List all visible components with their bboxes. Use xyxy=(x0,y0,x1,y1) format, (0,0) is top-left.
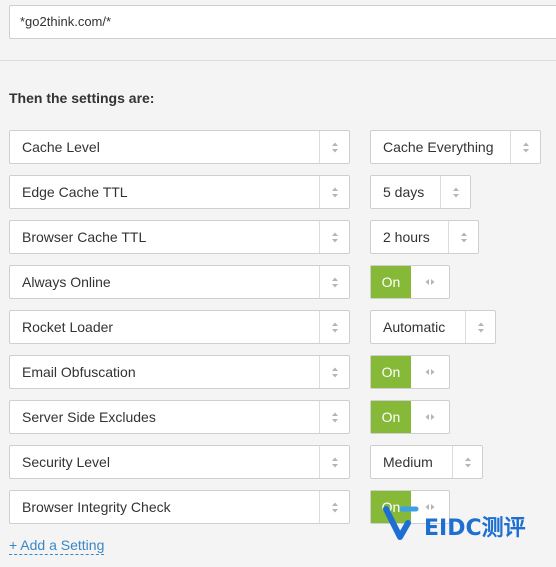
setting-value: Medium xyxy=(383,454,433,470)
setting-row: Always Online On xyxy=(0,265,556,299)
setting-select[interactable]: Browser Integrity Check xyxy=(9,490,350,524)
updown-arrows-icon xyxy=(452,446,482,478)
updown-arrows-icon xyxy=(448,221,478,253)
setting-label: Rocket Loader xyxy=(22,319,114,335)
toggle-on-label: On xyxy=(371,266,411,298)
setting-row: Server Side Excludes On xyxy=(0,400,556,434)
add-setting-link[interactable]: + Add a Setting xyxy=(9,537,105,555)
toggle-on-label: On xyxy=(371,356,411,388)
setting-value: 2 hours xyxy=(383,229,430,245)
toggle-on-label: On xyxy=(371,401,411,433)
setting-select[interactable]: Rocket Loader xyxy=(9,310,350,344)
setting-label: Browser Integrity Check xyxy=(22,499,171,515)
setting-label: Email Obfuscation xyxy=(22,364,136,380)
updown-arrows-icon xyxy=(319,176,349,208)
updown-arrows-icon xyxy=(319,401,349,433)
setting-row: Cache Level Cache Everything xyxy=(0,130,556,164)
setting-select[interactable]: Email Obfuscation xyxy=(9,355,350,389)
setting-toggle[interactable]: On xyxy=(370,265,450,299)
watermark: EIDC测评 xyxy=(382,498,542,548)
left-right-arrows-icon xyxy=(411,401,449,433)
watermark-logo-icon xyxy=(383,506,419,540)
setting-label: Browser Cache TTL xyxy=(22,229,147,245)
updown-arrows-icon xyxy=(319,356,349,388)
updown-arrows-icon xyxy=(510,131,540,163)
updown-arrows-icon xyxy=(440,176,470,208)
updown-arrows-icon xyxy=(319,266,349,298)
updown-arrows-icon xyxy=(319,311,349,343)
setting-label: Cache Level xyxy=(22,139,100,155)
setting-select[interactable]: Edge Cache TTL xyxy=(9,175,350,209)
setting-value: Automatic xyxy=(383,319,446,335)
setting-row: Browser Cache TTL 2 hours xyxy=(0,220,556,254)
setting-label: Server Side Excludes xyxy=(22,409,156,425)
setting-select[interactable]: Server Side Excludes xyxy=(9,400,350,434)
setting-label: Security Level xyxy=(22,454,110,470)
setting-value: Cache Everything xyxy=(383,139,494,155)
updown-arrows-icon xyxy=(319,446,349,478)
setting-value-select[interactable]: 2 hours xyxy=(370,220,479,254)
setting-label: Edge Cache TTL xyxy=(22,184,128,200)
updown-arrows-icon xyxy=(319,131,349,163)
updown-arrows-icon xyxy=(319,221,349,253)
setting-toggle[interactable]: On xyxy=(370,400,450,434)
url-pattern-input[interactable]: *go2think.com/* xyxy=(9,5,556,39)
section-title: Then the settings are: xyxy=(9,90,155,106)
setting-value-select[interactable]: 5 days xyxy=(370,175,471,209)
setting-select[interactable]: Security Level xyxy=(9,445,350,479)
watermark-text: EIDC测评 xyxy=(424,516,526,541)
setting-value-select[interactable]: Medium xyxy=(370,445,483,479)
setting-row: Email Obfuscation On xyxy=(0,355,556,389)
updown-arrows-icon xyxy=(319,491,349,523)
updown-arrows-icon xyxy=(465,311,495,343)
section-divider xyxy=(0,60,556,61)
setting-value-select[interactable]: Cache Everything xyxy=(370,130,541,164)
setting-value-select[interactable]: Automatic xyxy=(370,310,496,344)
left-right-arrows-icon xyxy=(411,266,449,298)
setting-toggle[interactable]: On xyxy=(370,355,450,389)
left-right-arrows-icon xyxy=(411,356,449,388)
setting-row: Edge Cache TTL 5 days xyxy=(0,175,556,209)
setting-label: Always Online xyxy=(22,274,111,290)
setting-row: Security Level Medium xyxy=(0,445,556,479)
setting-select[interactable]: Browser Cache TTL xyxy=(9,220,350,254)
setting-select[interactable]: Always Online xyxy=(9,265,350,299)
setting-select[interactable]: Cache Level xyxy=(9,130,350,164)
setting-row: Rocket Loader Automatic xyxy=(0,310,556,344)
setting-value: 5 days xyxy=(383,184,425,200)
